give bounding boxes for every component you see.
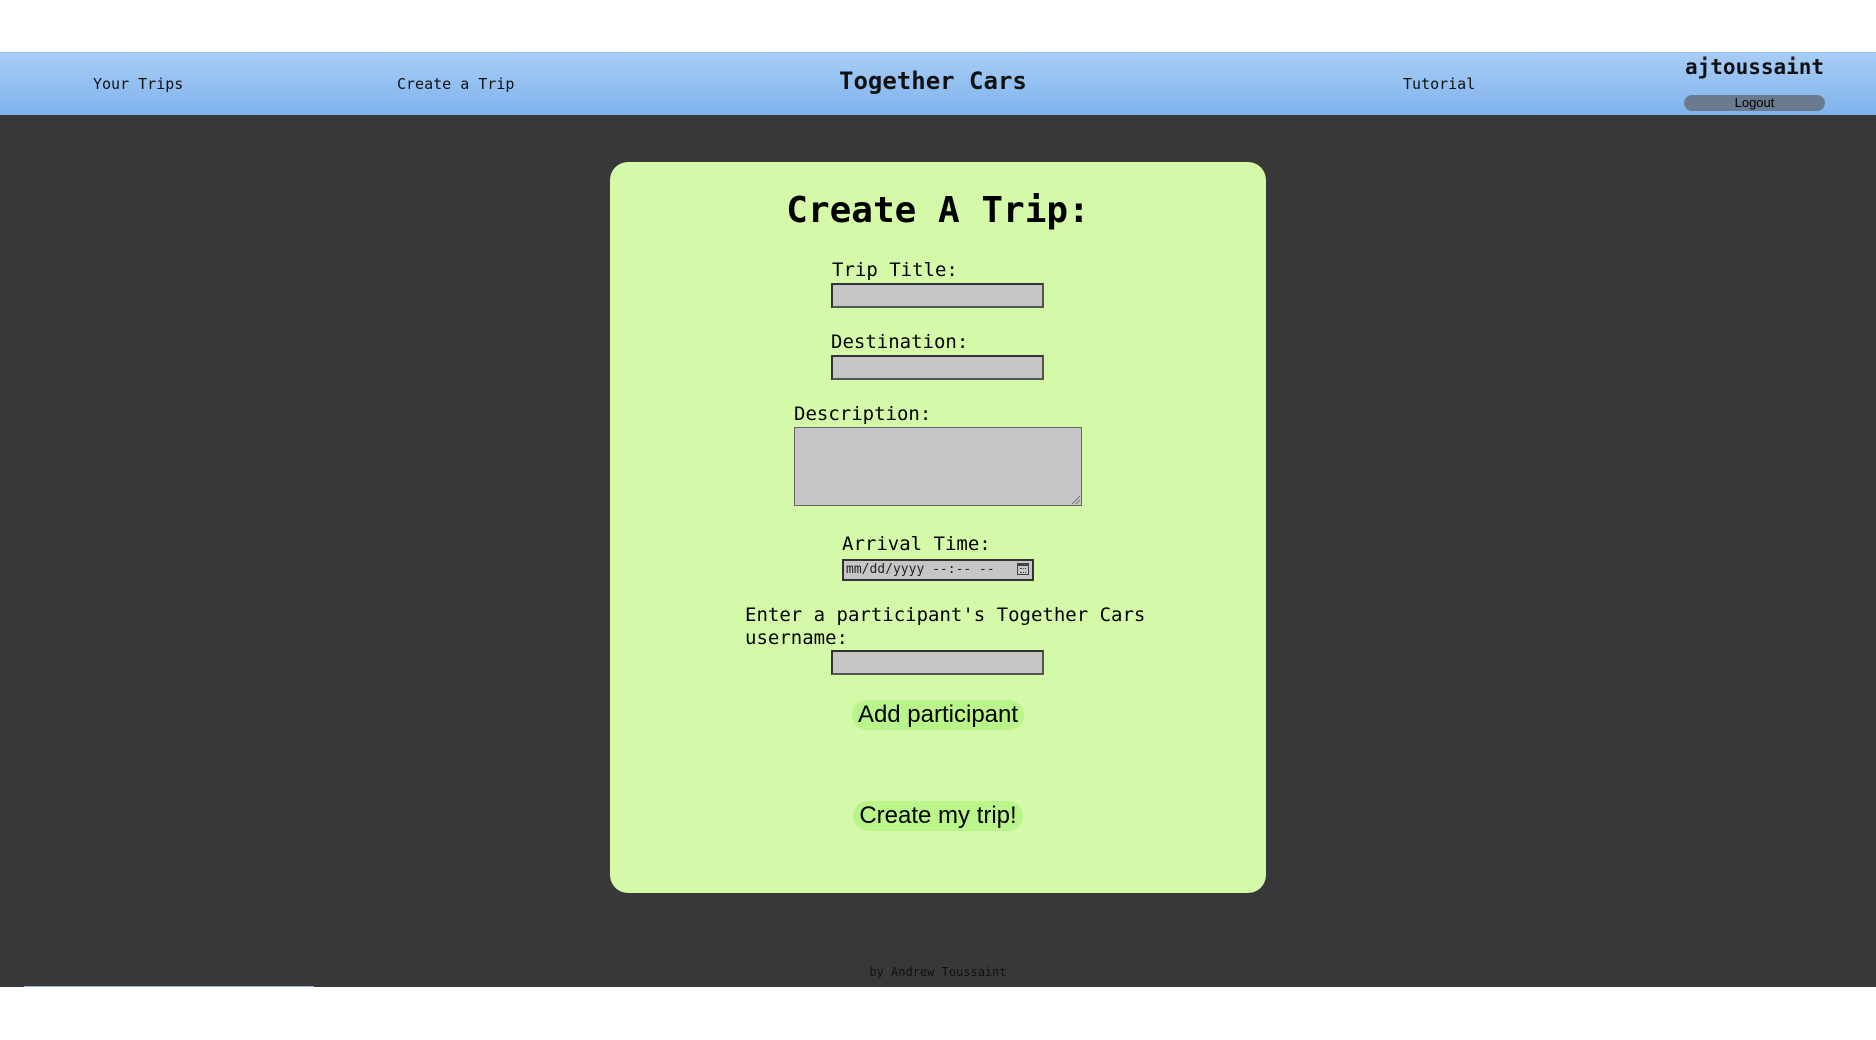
description-label: Description: [794,403,932,425]
resize-handle-icon[interactable] [1072,496,1080,504]
participant-username-input[interactable] [831,650,1044,675]
participant-label-line2: username: [745,627,848,649]
calendar-icon[interactable] [1017,563,1029,575]
destination-label: Destination: [831,331,969,353]
logout-button[interactable]: Logout [1684,95,1825,111]
top-margin [0,0,1876,52]
top-navbar: Your Trips Create a Trip Together Cars T… [0,52,1876,115]
footer-credit: by Andrew Toussaint [869,965,1007,979]
create-trip-button[interactable]: Create my trip! [853,801,1023,831]
nav-your-trips-link[interactable]: Your Trips [93,75,183,93]
trip-title-label: Trip Title: [832,259,958,281]
form-heading: Create A Trip: [786,190,1090,231]
app-title[interactable]: Together Cars [839,67,1027,95]
arrival-time-input[interactable]: mm/dd/yyyy --:-- -- [842,559,1034,581]
participant-label-line1: Enter a participant's Together Cars [745,604,1146,626]
description-textarea[interactable] [794,427,1082,506]
nav-create-trip-link[interactable]: Create a Trip [397,75,514,93]
nav-tutorial-link[interactable]: Tutorial [1403,75,1475,93]
arrival-time-placeholder: mm/dd/yyyy --:-- -- [846,562,995,577]
current-username: ajtoussaint [1685,55,1825,79]
footer-divider [24,986,314,987]
add-participant-button[interactable]: Add participant [852,700,1024,730]
arrival-time-label: Arrival Time: [842,533,991,555]
create-trip-form-card: Create A Trip: Trip Title: Destination: … [610,162,1266,893]
destination-input[interactable] [831,355,1044,380]
trip-title-input[interactable] [831,283,1044,308]
